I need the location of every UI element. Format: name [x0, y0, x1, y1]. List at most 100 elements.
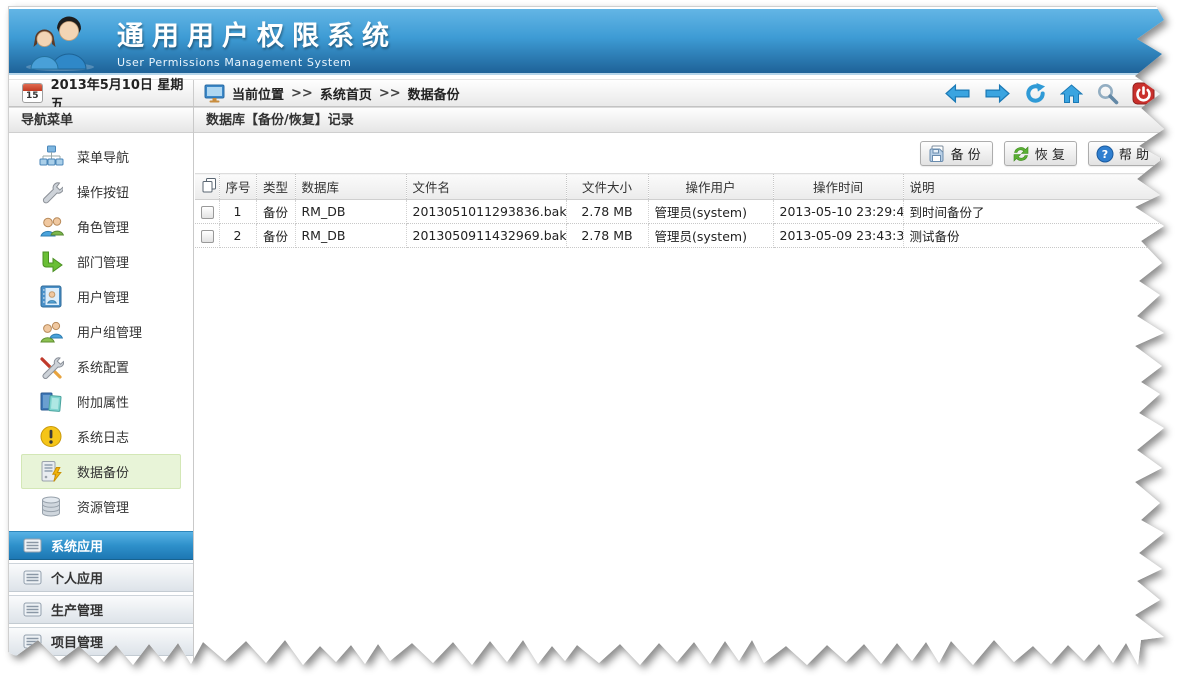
- breadcrumb-label: 当前位置: [232, 84, 284, 103]
- warning-icon: [38, 425, 64, 448]
- cell-size: 2.78 MB: [566, 224, 648, 248]
- sidebar: 导航菜单 菜单导航 操作按钮 角色管理 部门管理 用户管理 用户组管理 系统配置…: [9, 107, 194, 669]
- calendar-icon: 15: [22, 83, 43, 103]
- cell-seq: 1: [219, 200, 256, 224]
- sidebar-item-system-config[interactable]: 系统配置: [21, 349, 181, 384]
- breadcrumb: 当前位置 >> 系统首页 >> 数据备份: [194, 84, 944, 103]
- sidebar-section-label: 生产管理: [51, 600, 103, 619]
- breadcrumb-separator: >>: [291, 86, 313, 101]
- column-header[interactable]: 数据库: [295, 174, 406, 200]
- search-icon[interactable]: [1096, 82, 1119, 105]
- cell-db: RM_DB: [295, 224, 406, 248]
- table-row[interactable]: 2备份RM_DB2013050911432969.bak2.78 MB管理员(s…: [195, 224, 1167, 248]
- save-icon: [928, 145, 946, 163]
- column-header[interactable]: 类型: [256, 174, 295, 200]
- sidebar-item-role-management[interactable]: 角色管理: [21, 209, 181, 244]
- app-titles: 通用用户权限系统 User Permissions Management Sys…: [117, 14, 397, 69]
- row-checkbox[interactable]: [201, 206, 214, 219]
- list-panel-icon: [23, 602, 42, 617]
- svg-text:?: ?: [1102, 148, 1108, 161]
- sidebar-section-label: 项目管理: [51, 632, 103, 651]
- column-header[interactable]: 操作时间: [773, 174, 903, 200]
- column-header[interactable]: 文件名: [406, 174, 566, 200]
- restore-icon: [1012, 145, 1030, 163]
- cell-user: 管理员(system): [648, 224, 773, 248]
- home-icon[interactable]: [1060, 83, 1083, 104]
- help-button[interactable]: ? 帮 助: [1088, 141, 1161, 166]
- cell-file: 2013051011293836.bak: [406, 200, 566, 224]
- cell-time: 2013-05-10 23:29:43: [773, 200, 903, 224]
- tools-icon: [38, 355, 64, 379]
- button-label: 帮 助: [1119, 144, 1149, 163]
- sidebar-menu: 菜单导航 操作按钮 角色管理 部门管理 用户管理 用户组管理 系统配置 附加属性…: [9, 133, 193, 524]
- breadcrumb-item-current: 数据备份: [408, 84, 460, 103]
- column-header[interactable]: 文件大小: [566, 174, 648, 200]
- backup-icon: [38, 460, 64, 483]
- monitor-icon: [204, 84, 225, 103]
- sidebar-item-user-management[interactable]: 用户管理: [21, 279, 181, 314]
- cell-file: 2013050911432969.bak: [406, 224, 566, 248]
- sidebar-sections: 系统应用 个人应用 生产管理 项目管理: [9, 528, 193, 656]
- toolbar-buttons: 备 份 恢 复 ? 帮 助: [194, 133, 1169, 173]
- app-window: 通用用户权限系统 User Permissions Management Sys…: [8, 6, 1170, 670]
- sidebar-item-label: 用户组管理: [77, 322, 142, 341]
- books-icon: [38, 390, 64, 413]
- wrench-icon: [38, 180, 64, 204]
- cell-size: 2.78 MB: [566, 200, 648, 224]
- backup-records-table: 序号类型数据库文件名文件大小操作用户操作时间说明 1备份RM_DB2013051…: [195, 173, 1167, 248]
- sidebar-item-label: 系统配置: [77, 357, 129, 376]
- sidebar-item-user-group-management[interactable]: 用户组管理: [21, 314, 181, 349]
- sidebar-item-label: 角色管理: [77, 217, 129, 236]
- breadcrumb-item-home[interactable]: 系统首页: [320, 84, 372, 103]
- power-icon[interactable]: [1132, 81, 1155, 106]
- app-header: 通用用户权限系统 User Permissions Management Sys…: [9, 9, 1169, 75]
- copy-stack-icon[interactable]: [201, 177, 217, 193]
- cell-type: 备份: [256, 224, 295, 248]
- sidebar-item-action-buttons[interactable]: 操作按钮: [21, 174, 181, 209]
- cell-user: 管理员(system): [648, 200, 773, 224]
- list-panel-icon: [23, 634, 42, 649]
- content-title: 数据库【备份/恢复】记录: [194, 107, 1169, 133]
- database-icon: [38, 495, 64, 518]
- sidebar-item-extra-attributes[interactable]: 附加属性: [21, 384, 181, 419]
- row-checkbox[interactable]: [201, 230, 214, 243]
- nav-icons: [944, 81, 1169, 106]
- cell-note: 测试备份: [903, 224, 1167, 248]
- sidebar-item-department-management[interactable]: 部门管理: [21, 244, 181, 279]
- sidebar-item-system-log[interactable]: 系统日志: [21, 419, 181, 454]
- two-users-logo-icon: [23, 15, 97, 71]
- cell-seq: 2: [219, 224, 256, 248]
- sidebar-section-label: 个人应用: [51, 568, 103, 587]
- column-header[interactable]: 说明: [903, 174, 1167, 200]
- sidebar-item-resource-management[interactable]: 资源管理: [21, 489, 181, 524]
- cell-db: RM_DB: [295, 200, 406, 224]
- back-icon[interactable]: [944, 83, 971, 104]
- sidebar-item-data-backup[interactable]: 数据备份: [21, 454, 181, 489]
- sidebar-section-system-apps[interactable]: 系统应用: [9, 531, 193, 560]
- sidebar-item-label: 菜单导航: [77, 147, 129, 166]
- sitemap-icon: [38, 145, 64, 168]
- list-panel-icon: [23, 538, 42, 553]
- list-panel-icon: [23, 570, 42, 585]
- sidebar-item-label: 用户管理: [77, 287, 129, 306]
- sidebar-item-label: 系统日志: [77, 427, 129, 446]
- column-header[interactable]: 操作用户: [648, 174, 773, 200]
- calendar-day: 15: [23, 91, 42, 102]
- backup-button[interactable]: 备 份: [920, 141, 993, 166]
- forward-icon[interactable]: [984, 83, 1011, 104]
- department-icon: [38, 250, 64, 273]
- table-row[interactable]: 1备份RM_DB2013051011293836.bak2.78 MB管理员(s…: [195, 200, 1167, 224]
- sidebar-item-label: 资源管理: [77, 497, 129, 516]
- date-zone: 15 2013年5月10日 星期五: [9, 80, 194, 106]
- roles-icon: [38, 215, 64, 238]
- sidebar-item-menu-navigation[interactable]: 菜单导航: [21, 139, 181, 174]
- cell-time: 2013-05-09 23:43:32: [773, 224, 903, 248]
- refresh-icon[interactable]: [1024, 82, 1047, 105]
- column-header[interactable]: 序号: [219, 174, 256, 200]
- sidebar-section-project-management[interactable]: 项目管理: [9, 627, 193, 656]
- restore-button[interactable]: 恢 复: [1004, 141, 1077, 166]
- sidebar-section-production-management[interactable]: 生产管理: [9, 595, 193, 624]
- sidebar-item-label: 附加属性: [77, 392, 129, 411]
- button-label: 恢 复: [1035, 144, 1065, 163]
- sidebar-section-personal-apps[interactable]: 个人应用: [9, 563, 193, 592]
